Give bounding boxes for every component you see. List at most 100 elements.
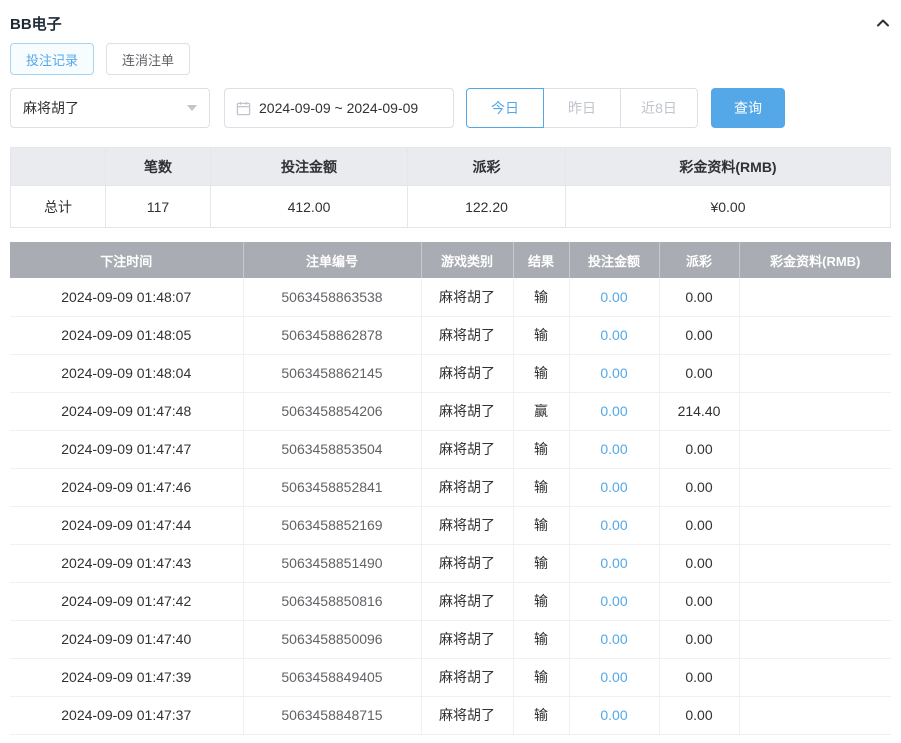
payout: 0.00 bbox=[658, 696, 740, 735]
quick-btn-yesterday[interactable]: 昨日 bbox=[543, 88, 621, 128]
bet-amount-link[interactable]: 0.00 bbox=[568, 582, 660, 621]
order-id: 5063458852169 bbox=[242, 506, 422, 545]
result: 输 bbox=[512, 582, 570, 621]
bet-amount-link[interactable]: 0.00 bbox=[568, 506, 660, 545]
tab-cancelled-orders[interactable]: 连消注单 bbox=[106, 43, 191, 75]
calendar-icon bbox=[236, 101, 251, 115]
summary-total-bonus: ¥0.00 bbox=[565, 185, 891, 228]
result: 输 bbox=[512, 658, 570, 697]
bet-time: 2024-09-09 01:48:07 bbox=[10, 278, 244, 317]
game-type: 麻将胡了 bbox=[420, 696, 514, 735]
quick-btn-last-8-days[interactable]: 近8日 bbox=[620, 88, 698, 128]
order-id: 5063458863538 bbox=[242, 278, 422, 317]
bet-amount-link[interactable]: 0.00 bbox=[568, 544, 660, 583]
bonus bbox=[738, 468, 891, 507]
bet-amount-link[interactable]: 0.00 bbox=[568, 696, 660, 735]
order-id: 5063458853504 bbox=[242, 430, 422, 469]
summary-total-row: 总计 117 412.00 122.20 ¥0.00 bbox=[10, 185, 891, 228]
bet-time: 2024-09-09 01:47:47 bbox=[10, 430, 244, 469]
summary-total-label: 总计 bbox=[10, 185, 106, 228]
collapse-panel-button[interactable] bbox=[875, 15, 891, 31]
order-id: 5063458849405 bbox=[242, 658, 422, 697]
col-header-bet-time: 下注时间 bbox=[10, 242, 244, 278]
summary-col-count: 笔数 bbox=[105, 147, 211, 186]
payout: 0.00 bbox=[658, 506, 740, 545]
chevron-up-icon bbox=[877, 19, 889, 27]
payout: 0.00 bbox=[658, 430, 740, 469]
bonus bbox=[738, 354, 891, 393]
bet-amount-link[interactable]: 0.00 bbox=[568, 658, 660, 697]
bet-table-header-row: 下注时间 注单编号 游戏类别 结果 投注金额 派彩 彩金资料(RMB) bbox=[10, 242, 891, 278]
page-title: BB电子 bbox=[10, 15, 62, 33]
bonus bbox=[738, 544, 891, 583]
game-type: 麻将胡了 bbox=[420, 468, 514, 507]
result: 输 bbox=[512, 696, 570, 735]
game-type: 麻将胡了 bbox=[420, 620, 514, 659]
bet-amount-link[interactable]: 0.00 bbox=[568, 430, 660, 469]
table-row: 2024-09-09 01:47:39 5063458849405 麻将胡了 输… bbox=[10, 658, 891, 697]
payout: 0.00 bbox=[658, 354, 740, 393]
payout: 0.00 bbox=[658, 316, 740, 355]
col-header-bet-amount: 投注金额 bbox=[569, 242, 660, 278]
bet-time: 2024-09-09 01:47:37 bbox=[10, 696, 244, 735]
summary-table: 笔数 投注金额 派彩 彩金资料(RMB) 总计 117 412.00 122.2… bbox=[10, 147, 891, 228]
table-row: 2024-09-09 01:48:07 5063458863538 麻将胡了 输… bbox=[10, 278, 891, 317]
table-row: 2024-09-09 01:48:05 5063458862878 麻将胡了 输… bbox=[10, 316, 891, 355]
summary-col-bonus: 彩金资料(RMB) bbox=[565, 147, 891, 186]
bet-amount-link[interactable]: 0.00 bbox=[568, 392, 660, 431]
game-type: 麻将胡了 bbox=[420, 430, 514, 469]
summary-total-payout: 122.20 bbox=[407, 185, 566, 228]
bet-amount-link[interactable]: 0.00 bbox=[568, 278, 660, 317]
col-header-payout: 派彩 bbox=[659, 242, 740, 278]
search-button[interactable]: 查询 bbox=[711, 88, 785, 128]
game-type: 麻将胡了 bbox=[420, 582, 514, 621]
bonus bbox=[738, 582, 891, 621]
summary-col-empty bbox=[10, 147, 106, 186]
result: 赢 bbox=[512, 392, 570, 431]
payout: 0.00 bbox=[658, 468, 740, 507]
col-header-bonus: 彩金资料(RMB) bbox=[739, 242, 891, 278]
quick-date-group: 今日 昨日 近8日 bbox=[466, 88, 698, 128]
bet-time: 2024-09-09 01:48:04 bbox=[10, 354, 244, 393]
col-header-result: 结果 bbox=[513, 242, 570, 278]
result: 输 bbox=[512, 278, 570, 317]
summary-total-bet: 412.00 bbox=[210, 185, 408, 228]
bonus bbox=[738, 658, 891, 697]
filter-bar: 麻将胡了 2024-09-09 ~ 2024-09-09 今日 昨日 近8日 查… bbox=[10, 88, 891, 128]
order-id: 5063458862145 bbox=[242, 354, 422, 393]
summary-col-bet-amount: 投注金额 bbox=[210, 147, 408, 186]
table-row: 2024-09-09 01:47:47 5063458853504 麻将胡了 输… bbox=[10, 430, 891, 469]
bet-records-panel: BB电子 投注记录 连消注单 麻将胡了 2024-09-09 ~ 2024-09… bbox=[0, 0, 901, 735]
bonus bbox=[738, 620, 891, 659]
game-type: 麻将胡了 bbox=[420, 316, 514, 355]
game-select-value: 麻将胡了 bbox=[23, 100, 79, 116]
bonus bbox=[738, 316, 891, 355]
tab-bet-records[interactable]: 投注记录 bbox=[10, 43, 95, 75]
bet-amount-link[interactable]: 0.00 bbox=[568, 620, 660, 659]
bet-amount-link[interactable]: 0.00 bbox=[568, 316, 660, 355]
game-select[interactable]: 麻将胡了 bbox=[10, 88, 210, 128]
date-range-input[interactable]: 2024-09-09 ~ 2024-09-09 bbox=[224, 88, 454, 128]
payout: 0.00 bbox=[658, 544, 740, 583]
table-row: 2024-09-09 01:47:46 5063458852841 麻将胡了 输… bbox=[10, 468, 891, 507]
quick-btn-today[interactable]: 今日 bbox=[466, 88, 544, 128]
panel-header: BB电子 bbox=[10, 0, 891, 34]
bet-amount-link[interactable]: 0.00 bbox=[568, 354, 660, 393]
game-type: 麻将胡了 bbox=[420, 392, 514, 431]
result: 输 bbox=[512, 506, 570, 545]
order-id: 5063458862878 bbox=[242, 316, 422, 355]
bet-time: 2024-09-09 01:47:44 bbox=[10, 506, 244, 545]
record-tabs: 投注记录 连消注单 bbox=[10, 43, 891, 75]
table-row: 2024-09-09 01:47:40 5063458850096 麻将胡了 输… bbox=[10, 620, 891, 659]
bonus bbox=[738, 430, 891, 469]
col-header-game-type: 游戏类别 bbox=[421, 242, 514, 278]
bet-amount-link[interactable]: 0.00 bbox=[568, 468, 660, 507]
bet-time: 2024-09-09 01:47:46 bbox=[10, 468, 244, 507]
result: 输 bbox=[512, 430, 570, 469]
col-header-order-id: 注单编号 bbox=[243, 242, 422, 278]
result: 输 bbox=[512, 468, 570, 507]
bet-table-body: 2024-09-09 01:48:07 5063458863538 麻将胡了 输… bbox=[10, 278, 891, 735]
game-type: 麻将胡了 bbox=[420, 658, 514, 697]
table-row: 2024-09-09 01:47:43 5063458851490 麻将胡了 输… bbox=[10, 544, 891, 583]
game-type: 麻将胡了 bbox=[420, 354, 514, 393]
